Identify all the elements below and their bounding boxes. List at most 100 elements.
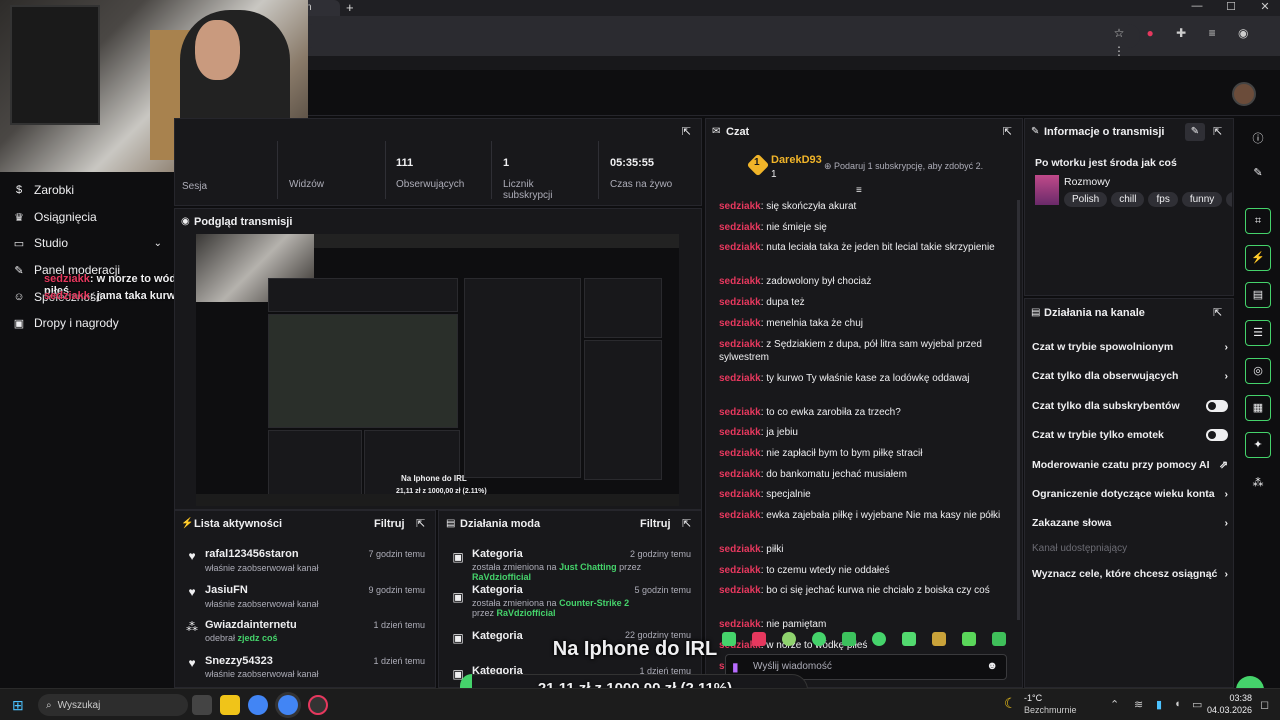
- chat-username[interactable]: sedziakk: [719, 489, 761, 500]
- volume-icon[interactable]: ◖: [1174, 698, 1181, 710]
- emote-icon[interactable]: [842, 632, 856, 646]
- chat-username[interactable]: sedziakk: [719, 544, 761, 555]
- address-bar[interactable]: [300, 24, 1140, 48]
- chrome-icon[interactable]: [248, 695, 268, 715]
- clip-icon[interactable]: ⌗: [1245, 208, 1271, 234]
- emote-icon[interactable]: [992, 632, 1006, 646]
- banned-words-row[interactable]: Zakazane słowa ›: [1032, 512, 1228, 534]
- sub-gift-prompt[interactable]: ⊕ Podaruj 1 subskrypcję, aby zdobyć 2.: [824, 161, 983, 172]
- sidebar-item-earnings[interactable]: $ Zarobki: [12, 179, 162, 201]
- bookmark-star-icon[interactable]: ☆: [1110, 26, 1128, 44]
- leader-user[interactable]: DarekD93: [771, 154, 822, 166]
- emote-only-toggle[interactable]: [1206, 429, 1228, 441]
- slow-mode-row[interactable]: Czat w trybie spowolnionym ›: [1032, 336, 1228, 358]
- close-window-button[interactable]: ✕: [1248, 0, 1280, 16]
- chat-username[interactable]: sedziakk: [719, 297, 761, 308]
- new-tab-button[interactable]: +: [346, 0, 354, 15]
- tag[interactable]: fps: [1148, 192, 1178, 207]
- chat-username[interactable]: sedziakk: [719, 469, 761, 480]
- chat-scrollbar[interactable]: [1017, 200, 1020, 620]
- points-icon[interactable]: ⁂: [1245, 470, 1271, 496]
- chat-username[interactable]: sedziakk: [719, 339, 761, 350]
- maximize-button[interactable]: ☐: [1214, 0, 1248, 16]
- battery-icon[interactable]: ▭: [1192, 698, 1202, 711]
- chat-username[interactable]: sedziakk: [719, 407, 761, 418]
- chat-username[interactable]: sedziakk: [719, 510, 761, 521]
- emote-icon[interactable]: [932, 632, 946, 646]
- sidebar-item-achievements[interactable]: ♛ Osiągnięcia: [12, 206, 162, 228]
- chat-username[interactable]: sedziakk: [719, 565, 761, 576]
- notification-icon[interactable]: ◻: [1260, 698, 1269, 711]
- mic-icon[interactable]: ▮: [732, 660, 739, 674]
- layout-icon[interactable]: ▦: [1245, 395, 1271, 421]
- user-avatar[interactable]: [1232, 82, 1256, 106]
- filter-button[interactable]: Filtruj: [640, 518, 671, 530]
- emote-icon[interactable]: [782, 632, 796, 646]
- clock-date[interactable]: 04.03.2026: [1202, 705, 1252, 715]
- chat-username[interactable]: sedziakk: [719, 318, 761, 329]
- file-explorer-icon[interactable]: [220, 695, 240, 715]
- obs-icon[interactable]: [308, 695, 328, 715]
- taskbar-search[interactable]: ⌕ Wyszukaj: [38, 694, 188, 716]
- sidebar-item-studio[interactable]: ▭ Studio ⌄: [12, 232, 162, 254]
- popout-icon[interactable]: ⇱: [416, 517, 425, 530]
- chrome-active-icon[interactable]: [278, 695, 298, 715]
- chat-username[interactable]: sedziakk: [719, 448, 761, 459]
- chat-username[interactable]: sedziakk: [719, 619, 761, 630]
- account-age-row[interactable]: Ograniczenie dotyczące wieku konta ›: [1032, 483, 1228, 505]
- tag[interactable]: Polish: [1064, 192, 1108, 207]
- followers-only-row[interactable]: Czat tylko dla obserwujących ›: [1032, 365, 1228, 387]
- collapse-icon[interactable]: ≡: [856, 185, 862, 196]
- tag[interactable]: ga: [1226, 192, 1232, 207]
- category-boxart[interactable]: [1035, 175, 1059, 205]
- pencil-icon[interactable]: ✎: [1245, 160, 1271, 186]
- sidebar-item-drops[interactable]: ▣ Dropy i nagrody: [12, 312, 162, 334]
- emote-icon[interactable]: [812, 632, 826, 646]
- mic-icon[interactable]: ▮: [1156, 698, 1162, 711]
- clock-time[interactable]: 03:38: [1222, 693, 1252, 703]
- sub-only-toggle[interactable]: [1206, 400, 1228, 412]
- edit-button[interactable]: ✎: [1185, 123, 1205, 141]
- emote-only-row[interactable]: Czat w trybie tylko emotek: [1032, 424, 1228, 446]
- stream-preview-video[interactable]: Na Iphone do IRL 21,11 zł z 1000,00 zł (…: [196, 234, 679, 506]
- emoji-icon[interactable]: ☻: [986, 660, 998, 672]
- chat-username[interactable]: sedziakk: [719, 201, 761, 212]
- puzzle-icon[interactable]: ✚: [1172, 26, 1190, 44]
- chat-username[interactable]: sedziakk: [719, 242, 761, 253]
- tag[interactable]: chill: [1111, 192, 1145, 207]
- info-icon[interactable]: ⓘ: [1245, 126, 1271, 152]
- tray-chevron-icon[interactable]: ⌃: [1110, 698, 1119, 711]
- goals-row[interactable]: Wyznacz cele, które chcesz osiągnąć ›: [1032, 563, 1228, 585]
- wrench-icon[interactable]: ✦: [1245, 432, 1271, 458]
- emote-icon[interactable]: [902, 632, 916, 646]
- chat-username[interactable]: sedziakk: [719, 222, 761, 233]
- emote-icon[interactable]: [962, 632, 976, 646]
- tag[interactable]: funny: [1181, 192, 1223, 207]
- popout-icon[interactable]: ⇱: [682, 125, 691, 138]
- chat-username[interactable]: sedziakk: [719, 427, 761, 438]
- sub-only-row[interactable]: Czat tylko dla subskrybentów: [1032, 395, 1228, 417]
- popout-icon[interactable]: ⇱: [1213, 125, 1222, 138]
- lightning-icon[interactable]: ⚡: [1245, 245, 1271, 271]
- chat-username[interactable]: sedziakk: [719, 276, 761, 287]
- network-icon[interactable]: ≋: [1134, 698, 1143, 711]
- popout-icon[interactable]: ⇱: [682, 517, 691, 530]
- filter-button[interactable]: Filtruj: [374, 518, 405, 530]
- emote-icon[interactable]: [872, 632, 886, 646]
- chat-icon[interactable]: ☰: [1245, 320, 1271, 346]
- chat-username[interactable]: sedziakk: [719, 585, 761, 596]
- document-icon[interactable]: ▤: [1245, 282, 1271, 308]
- extension-shield-icon[interactable]: ●: [1141, 26, 1159, 44]
- task-view-icon[interactable]: [192, 695, 212, 715]
- chat-username[interactable]: sedziakk: [719, 373, 761, 384]
- stream-category[interactable]: Rozmowy: [1064, 176, 1110, 188]
- ai-moderation-row[interactable]: Moderowanie czatu przy pomocy AI ⇗: [1032, 454, 1228, 476]
- broadcast-icon[interactable]: ◎: [1245, 358, 1271, 384]
- popout-icon[interactable]: ⇱: [1003, 125, 1012, 138]
- minimize-button[interactable]: —: [1180, 0, 1214, 16]
- profile-icon[interactable]: ◉: [1234, 26, 1252, 44]
- emote-icon[interactable]: [752, 632, 766, 646]
- popout-icon[interactable]: ⇱: [1213, 306, 1222, 319]
- media-icon[interactable]: ≡: [1203, 26, 1221, 44]
- start-icon[interactable]: ⊞: [12, 697, 28, 713]
